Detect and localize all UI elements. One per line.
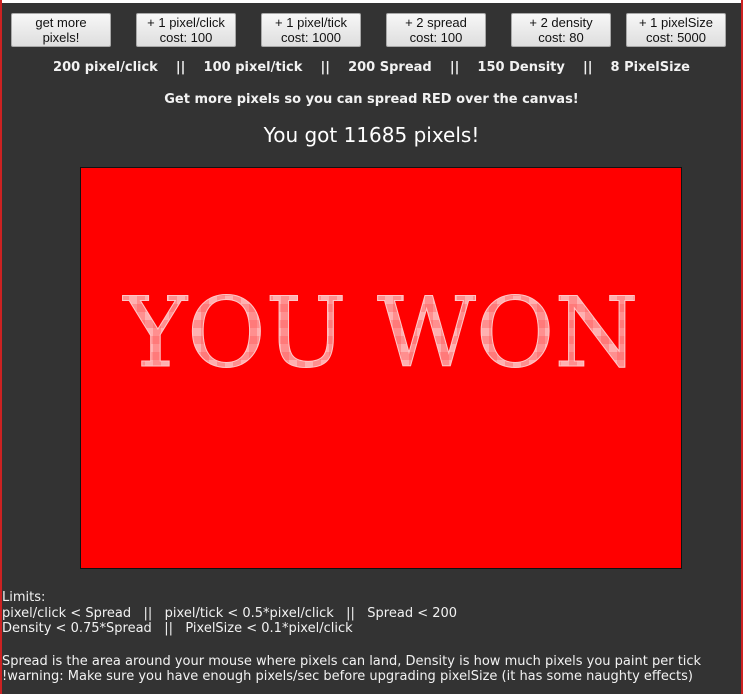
explanation-line-1: Spread is the area around your mouse whe… [2,653,702,669]
pixel-counter: You got 11685 pixels! [263,123,480,147]
rules-section: Limits: pixel/click < Spread || pixel/tic… [2,590,701,685]
upgrade-pixel-tick-button[interactable]: + 1 pixel/tick cost: 1000 [261,13,361,47]
button-label-line1: + 1 pixelSize [638,15,714,30]
limits-line-2: Density < 0.75*Spread || PixelSize < 0.1… [2,621,353,636]
button-label-line2: pixels! [42,30,80,45]
button-label-line2: cost: 100 [409,30,463,45]
limits-title: Limits: [2,590,46,605]
upgrade-spread-button[interactable]: + 2 spread cost: 100 [386,13,486,47]
top-border [0,0,743,3]
upgrade-density-button[interactable]: + 2 density cost: 80 [511,13,611,47]
get-more-pixels-button[interactable]: get more pixels! [11,13,111,47]
button-label-line1: get more [35,15,87,30]
you-won-text: YOU WON [122,277,639,389]
warning-line: !warning: Make sure you have enough pixe… [2,669,693,684]
upgrade-pixel-click-button[interactable]: + 1 pixel/click cost: 100 [136,13,236,47]
button-label-line2: cost: 80 [538,30,584,45]
upgrade-pixelsize-button[interactable]: + 1 pixelSize cost: 5000 [626,13,726,47]
button-label-line1: + 2 spread [405,15,467,30]
button-label-line1: + 1 pixel/click [147,15,225,30]
button-label-line2: cost: 5000 [646,30,706,45]
button-label-line2: cost: 100 [159,30,213,45]
button-label-line1: + 1 pixel/tick [275,15,347,30]
goal-hint: Get more pixels so you can spread RED ov… [164,92,579,107]
button-label-line1: + 2 density [529,15,593,30]
canvas-drawing: YOU WON [121,277,639,390]
limits-line-1: pixel/click < Spread || pixel/tick < 0.5… [2,605,458,621]
stats-bar: 200 pixel/click || 100 pixel/tick || 200… [53,60,690,75]
paint-canvas[interactable]: YOU WON [80,167,682,569]
button-label-line2: cost: 1000 [281,30,341,45]
